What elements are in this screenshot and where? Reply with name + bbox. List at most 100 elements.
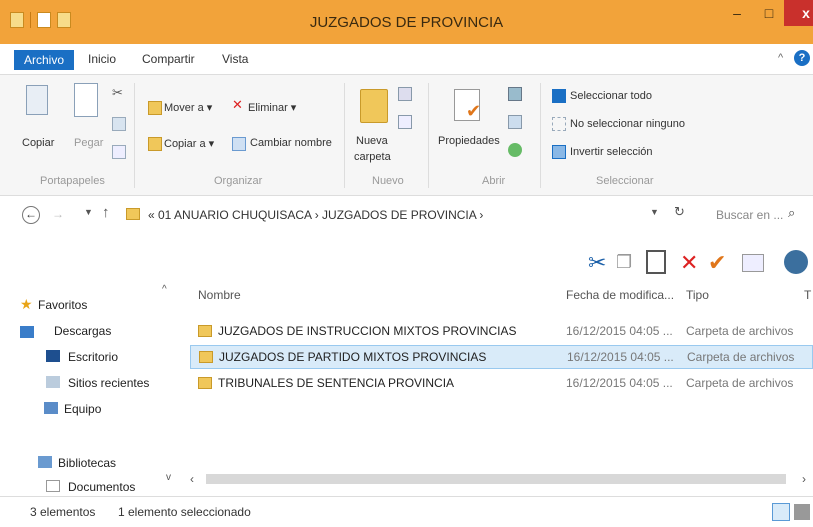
ribbon-separator: [344, 83, 345, 188]
nav-item-equipo[interactable]: Equipo: [64, 402, 101, 416]
checkmark-icon[interactable]: ✔: [708, 250, 726, 276]
group-label-organizar: Organizar: [214, 175, 263, 187]
delete-button[interactable]: Eliminar ▾: [248, 101, 296, 114]
large-icons-view-icon[interactable]: [794, 504, 810, 520]
file-row[interactable]: TRIBUNALES DE SENTENCIA PROVINCIA 16/12/…: [190, 372, 813, 396]
scroll-up-icon[interactable]: ^: [162, 284, 167, 295]
minimize-button[interactable]: –: [720, 0, 754, 26]
tab-compartir[interactable]: Compartir: [142, 52, 195, 66]
desktop-icon: [46, 350, 60, 362]
edit-icon[interactable]: [508, 115, 522, 129]
back-button[interactable]: ←: [22, 206, 40, 224]
copy-button[interactable]: Copiar: [22, 137, 54, 149]
column-header-nombre[interactable]: Nombre: [198, 288, 241, 302]
folder-icon: [126, 208, 140, 220]
history-icon[interactable]: [508, 143, 522, 157]
paste-icon[interactable]: [74, 83, 98, 117]
copy-path-icon[interactable]: [112, 117, 126, 131]
file-date: 16/12/2015 04:05 ...: [566, 376, 673, 390]
move-to-button[interactable]: Mover a ▾: [164, 101, 212, 114]
nav-item-escritorio[interactable]: Escritorio: [68, 350, 118, 364]
paste-shortcut-icon[interactable]: [112, 145, 126, 159]
scroll-right-icon[interactable]: ›: [802, 472, 806, 486]
copy-to-icon[interactable]: [148, 137, 162, 151]
file-date: 16/12/2015 04:05 ...: [567, 350, 674, 364]
downloads-icon: [20, 326, 34, 338]
cut-icon[interactable]: ✂: [588, 250, 606, 276]
chevron-down-icon[interactable]: ▼: [650, 207, 659, 217]
column-header-more[interactable]: T: [804, 288, 811, 302]
select-all-button[interactable]: Seleccionar todo: [570, 90, 652, 102]
file-date: 16/12/2015 04:05 ...: [566, 324, 673, 338]
copy-icon[interactable]: ❐: [616, 252, 632, 273]
nav-item-descargas[interactable]: Descargas: [54, 324, 111, 338]
column-header-tipo[interactable]: Tipo: [686, 288, 709, 302]
nav-item-favoritos[interactable]: Favoritos: [38, 298, 87, 312]
group-label-abrir: Abrir: [482, 175, 506, 187]
breadcrumb[interactable]: « 01 ANUARIO CHUQUISACA › JUZGADOS DE PR…: [148, 208, 483, 222]
copy-icon[interactable]: [26, 85, 48, 115]
search-icon[interactable]: ⌕: [788, 205, 795, 221]
computer-icon: [44, 402, 58, 414]
search-input[interactable]: Buscar en ...: [716, 208, 783, 222]
nav-item-bibliotecas[interactable]: Bibliotecas: [58, 456, 116, 470]
new-folder-label-2[interactable]: carpeta: [354, 151, 391, 163]
horizontal-scrollbar[interactable]: ‹ ›: [190, 470, 813, 488]
ribbon-separator: [428, 83, 429, 188]
select-none-button[interactable]: No seleccionar ninguno: [570, 118, 685, 130]
window-title: JUZGADOS DE PROVINCIA: [309, 14, 504, 31]
tab-vista[interactable]: Vista: [222, 52, 248, 66]
easy-access-icon[interactable]: [398, 115, 412, 129]
open-icon[interactable]: [508, 87, 522, 101]
tab-inicio[interactable]: Inicio: [88, 52, 116, 66]
folder-icon: [198, 377, 212, 389]
new-item-icon[interactable]: [398, 87, 412, 101]
maximize-button[interactable]: □: [754, 0, 784, 26]
copy-to-button[interactable]: Copiar a ▾: [164, 137, 214, 150]
close-button[interactable]: x: [784, 0, 813, 26]
delete-icon[interactable]: ✕: [680, 250, 698, 276]
checkmark-icon: ✔: [466, 101, 482, 121]
invert-selection-icon[interactable]: [552, 145, 566, 159]
file-row-selected[interactable]: JUZGADOS DE PARTIDO MIXTOS PROVINCIAS 16…: [190, 345, 813, 369]
file-row[interactable]: JUZGADOS DE INSTRUCCION MIXTOS PROVINCIA…: [190, 320, 813, 344]
select-none-icon[interactable]: [552, 117, 566, 131]
chevron-up-icon[interactable]: ^: [778, 52, 783, 64]
rename-icon[interactable]: [232, 137, 246, 151]
scroll-left-icon[interactable]: ‹: [190, 472, 194, 486]
scrollbar-thumb[interactable]: [206, 474, 786, 484]
forward-button[interactable]: →: [52, 207, 64, 221]
properties-button[interactable]: Propiedades: [438, 135, 500, 147]
file-type: Carpeta de archivos: [687, 350, 795, 364]
cut-icon[interactable]: ✂: [112, 85, 126, 100]
address-bar: ← → ▼ ↑ « 01 ANUARIO CHUQUISACA › JUZGAD…: [0, 196, 813, 234]
new-folder-label-1[interactable]: Nueva: [356, 135, 388, 147]
nav-item-documentos[interactable]: Documentos: [68, 480, 135, 494]
recent-locations-button[interactable]: ▼: [84, 207, 93, 217]
new-folder-icon[interactable]: [360, 89, 388, 123]
paste-icon[interactable]: [646, 250, 666, 274]
delete-icon[interactable]: ✕: [232, 97, 243, 113]
globe-icon[interactable]: [784, 250, 808, 274]
group-label-nuevo: Nuevo: [372, 175, 404, 187]
details-view-icon[interactable]: [772, 503, 790, 521]
scroll-down-icon[interactable]: v: [166, 472, 171, 483]
invert-selection-button[interactable]: Invertir selección: [570, 146, 653, 158]
column-header-fecha[interactable]: Fecha de modifica...: [566, 288, 674, 302]
rename-icon[interactable]: [742, 254, 764, 272]
navigation-pane: ^ ★ Favoritos Descargas Escritorio Sitio…: [0, 284, 190, 494]
paste-button[interactable]: Pegar: [74, 137, 103, 149]
help-icon[interactable]: ?: [794, 50, 810, 66]
ribbon: Copiar Pegar ✂ Portapapeles Mover a ▾ ✕ …: [0, 74, 813, 196]
up-button[interactable]: ↑: [102, 204, 110, 221]
ribbon-separator: [540, 83, 541, 188]
status-bar: 3 elementos 1 elemento seleccionado: [0, 496, 813, 527]
refresh-icon[interactable]: ↻: [674, 204, 685, 220]
title-bar: JUZGADOS DE PROVINCIA – □ x: [0, 0, 813, 44]
tab-archivo[interactable]: Archivo: [14, 50, 74, 70]
rename-button[interactable]: Cambiar nombre: [250, 137, 332, 149]
nav-item-sitios-recientes[interactable]: Sitios recientes: [68, 376, 149, 390]
move-to-icon[interactable]: [148, 101, 162, 115]
item-count: 3 elementos: [30, 505, 96, 519]
select-all-icon[interactable]: [552, 89, 566, 103]
